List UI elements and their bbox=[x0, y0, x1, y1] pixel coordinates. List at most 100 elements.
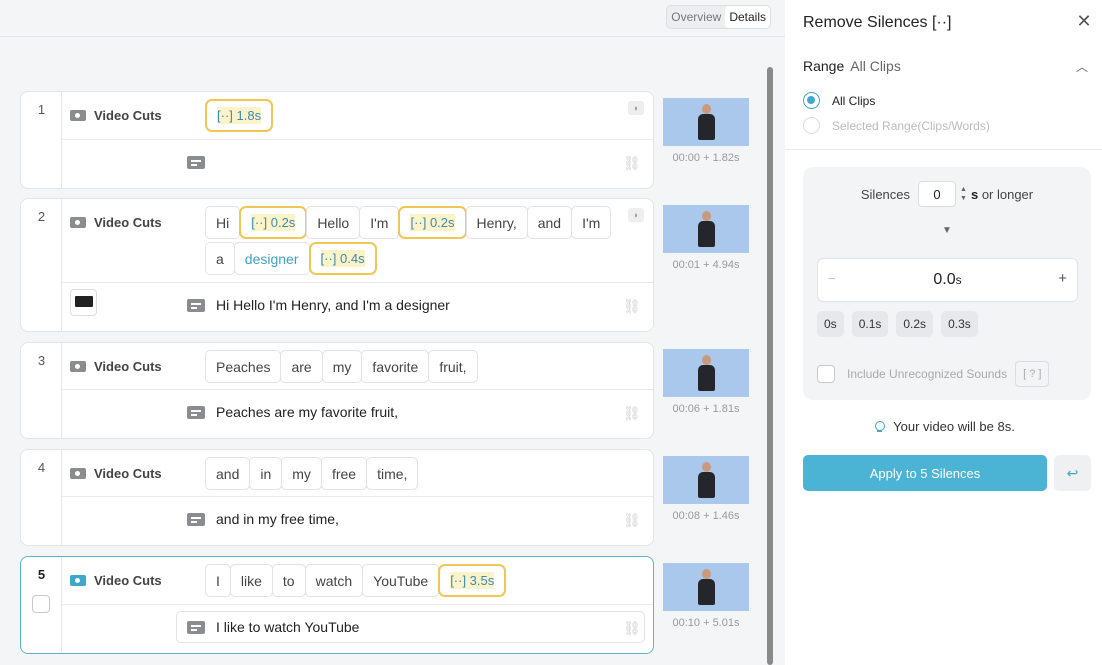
clip-card[interactable]: 5 Video Cuts Ilike to watch YouTube [··] 3.5s I… bbox=[20, 556, 654, 654]
person-figure bbox=[698, 462, 715, 502]
radio-button[interactable] bbox=[803, 92, 820, 109]
word-chip[interactable]: in bbox=[249, 457, 283, 490]
word-list: and in my free time, bbox=[205, 457, 625, 493]
link-icon[interactable]: ⛓ bbox=[623, 155, 641, 171]
silences-unit: s bbox=[970, 186, 979, 202]
word-chip[interactable]: I'm bbox=[571, 206, 612, 239]
silence-chip[interactable]: [··] 0.4s bbox=[308, 242, 377, 275]
word-chip[interactable]: Henry, bbox=[465, 206, 528, 239]
audio-icon[interactable]: ◗ bbox=[628, 208, 644, 222]
subtitle-row: I like to watch YouTube ⛓ bbox=[62, 603, 653, 653]
word-chip[interactable]: fruit, bbox=[428, 350, 478, 383]
word-chip[interactable]: YouTube bbox=[362, 564, 440, 597]
range-header[interactable]: Range All Clips bbox=[803, 58, 901, 74]
word-chip[interactable]: my bbox=[281, 457, 322, 490]
subtitle-icon bbox=[187, 299, 205, 312]
clip-thumbnail[interactable] bbox=[663, 205, 749, 253]
word-chip[interactable]: to bbox=[271, 564, 306, 597]
person-figure bbox=[698, 211, 715, 251]
clip-card[interactable]: 2 Video Cuts Hi [··] 0.2s Hello I'm [··] 0.2s H… bbox=[20, 198, 654, 332]
word-list: [··] 1.8s bbox=[205, 99, 625, 135]
preset-button[interactable]: 0.2s bbox=[896, 311, 934, 337]
track-label-text: Video Cuts bbox=[94, 215, 162, 230]
clip-editor: Overview Details 1 Video Cuts [··] 1.8s ◗ ⛓ 0… bbox=[0, 0, 785, 665]
clip-timecode: 00:01 + 4.94s bbox=[672, 259, 740, 271]
word-chip[interactable]: I'm bbox=[359, 206, 400, 239]
subtitle-text[interactable]: Hi Hello I'm Henry, and I'm a designer bbox=[216, 297, 450, 313]
preset-button[interactable]: 0.1s bbox=[851, 311, 889, 337]
clip-timecode: 00:10 + 5.01s bbox=[672, 617, 740, 629]
word-chip[interactable]: Hi bbox=[205, 206, 241, 239]
word-chip[interactable]: my bbox=[321, 350, 363, 383]
screen-recording-icon[interactable] bbox=[70, 289, 97, 316]
subtitle-text[interactable]: and in my free time, bbox=[216, 511, 339, 527]
clip-select-checkbox[interactable] bbox=[32, 595, 50, 613]
link-icon[interactable]: ⛓ bbox=[623, 620, 641, 636]
word-chip[interactable]: watch bbox=[304, 564, 364, 597]
word-chip[interactable]: free bbox=[320, 457, 368, 490]
silence-label: [··] 3.5s bbox=[450, 572, 495, 589]
overview-tab[interactable]: Overview bbox=[667, 6, 725, 28]
apply-button[interactable]: Apply to 5 Silences bbox=[803, 455, 1047, 491]
preset-button[interactable]: 0s bbox=[817, 311, 844, 337]
details-tab[interactable]: Details bbox=[725, 6, 770, 28]
word-chip[interactable]: time, bbox=[366, 457, 419, 490]
subtitle-text[interactable]: I like to watch YouTube bbox=[216, 619, 359, 635]
help-icon[interactable]: [ ? ] bbox=[1015, 361, 1050, 387]
video-camera-icon bbox=[70, 217, 86, 228]
link-icon[interactable]: ⛓ bbox=[623, 298, 641, 314]
clip-number: 1 bbox=[37, 102, 46, 117]
clip-thumbnail[interactable] bbox=[663, 349, 749, 397]
radio-all-clips[interactable]: All Clips bbox=[803, 92, 875, 109]
silence-chip[interactable]: [··] 0.2s bbox=[398, 206, 467, 239]
word-chip[interactable]: Peaches bbox=[205, 350, 282, 383]
word-chip[interactable]: and bbox=[526, 206, 573, 239]
word-chip[interactable]: I bbox=[205, 564, 231, 597]
video-camera-icon bbox=[70, 110, 86, 121]
scrollbar[interactable] bbox=[767, 67, 773, 665]
undo-icon[interactable]: ↩ bbox=[1054, 455, 1091, 491]
link-icon[interactable]: ⛓ bbox=[623, 512, 641, 528]
unrecognized-sounds-option: Include Unrecognized Sounds [ ? ] bbox=[817, 361, 1050, 387]
clip-card[interactable]: 4 Video Cuts and in my free time, and in my fre… bbox=[20, 449, 654, 546]
video-camera-icon bbox=[70, 361, 86, 372]
video-camera-icon bbox=[70, 468, 86, 479]
clip-card[interactable]: 1 Video Cuts [··] 1.8s ◗ ⛓ bbox=[20, 91, 654, 189]
close-icon[interactable]: ✕ bbox=[1076, 12, 1092, 30]
clip-thumbnail[interactable] bbox=[663, 456, 749, 504]
preset-button[interactable]: 0.3s bbox=[941, 311, 978, 337]
clip-thumbnail[interactable] bbox=[663, 563, 749, 611]
silences-input[interactable]: 0 bbox=[918, 181, 957, 207]
clip-card[interactable]: 3 Video Cuts Peaches are my favorite fruit, Pea… bbox=[20, 342, 654, 439]
word-chip[interactable]: and bbox=[205, 457, 251, 490]
silence-chip[interactable]: [··] 0.2s bbox=[239, 206, 308, 239]
view-toggle: Overview Details bbox=[666, 5, 771, 29]
duration-value[interactable]: 0.0s bbox=[818, 271, 1077, 289]
word-chip[interactable]: like bbox=[229, 564, 273, 597]
subtitle-text[interactable]: Peaches are my favorite fruit, bbox=[216, 404, 398, 420]
unrecognized-checkbox[interactable] bbox=[817, 365, 835, 383]
radio-button[interactable] bbox=[803, 117, 820, 134]
plus-icon[interactable]: + bbox=[1058, 270, 1067, 287]
stepper-icon[interactable]: ▲ ▼ bbox=[960, 185, 967, 203]
radio-selected-range[interactable]: Selected Range(Clips/Words) bbox=[803, 117, 990, 134]
clip-thumbnail[interactable] bbox=[663, 98, 749, 146]
range-label: Range bbox=[803, 58, 845, 74]
word-list: Ilike to watch YouTube [··] 3.5s bbox=[205, 564, 625, 600]
audio-icon[interactable]: ◗ bbox=[628, 101, 644, 115]
clip-timecode: 00:08 + 1.46s bbox=[672, 510, 740, 522]
radio-label: Selected Range(Clips/Words) bbox=[832, 118, 990, 133]
divider bbox=[785, 149, 1102, 150]
video-track-row: Video Cuts Peaches are my favorite fruit, bbox=[62, 343, 653, 390]
word-chip[interactable]: a bbox=[205, 242, 235, 275]
link-icon[interactable]: ⛓ bbox=[623, 405, 641, 421]
silences-suffix-text: or longer bbox=[981, 186, 1034, 202]
word-chip[interactable]: Hello bbox=[306, 206, 361, 239]
silence-chip[interactable]: [··] 3.5s bbox=[438, 564, 507, 597]
subtitle-row: ⛓ bbox=[62, 138, 653, 188]
chevron-up-icon[interactable]: ︿ bbox=[1076, 58, 1088, 74]
silence-chip[interactable]: [··] 1.8s bbox=[205, 99, 274, 132]
word-chip[interactable]: designer bbox=[233, 242, 310, 275]
word-chip[interactable]: favorite bbox=[361, 350, 430, 383]
word-chip[interactable]: are bbox=[280, 350, 323, 383]
